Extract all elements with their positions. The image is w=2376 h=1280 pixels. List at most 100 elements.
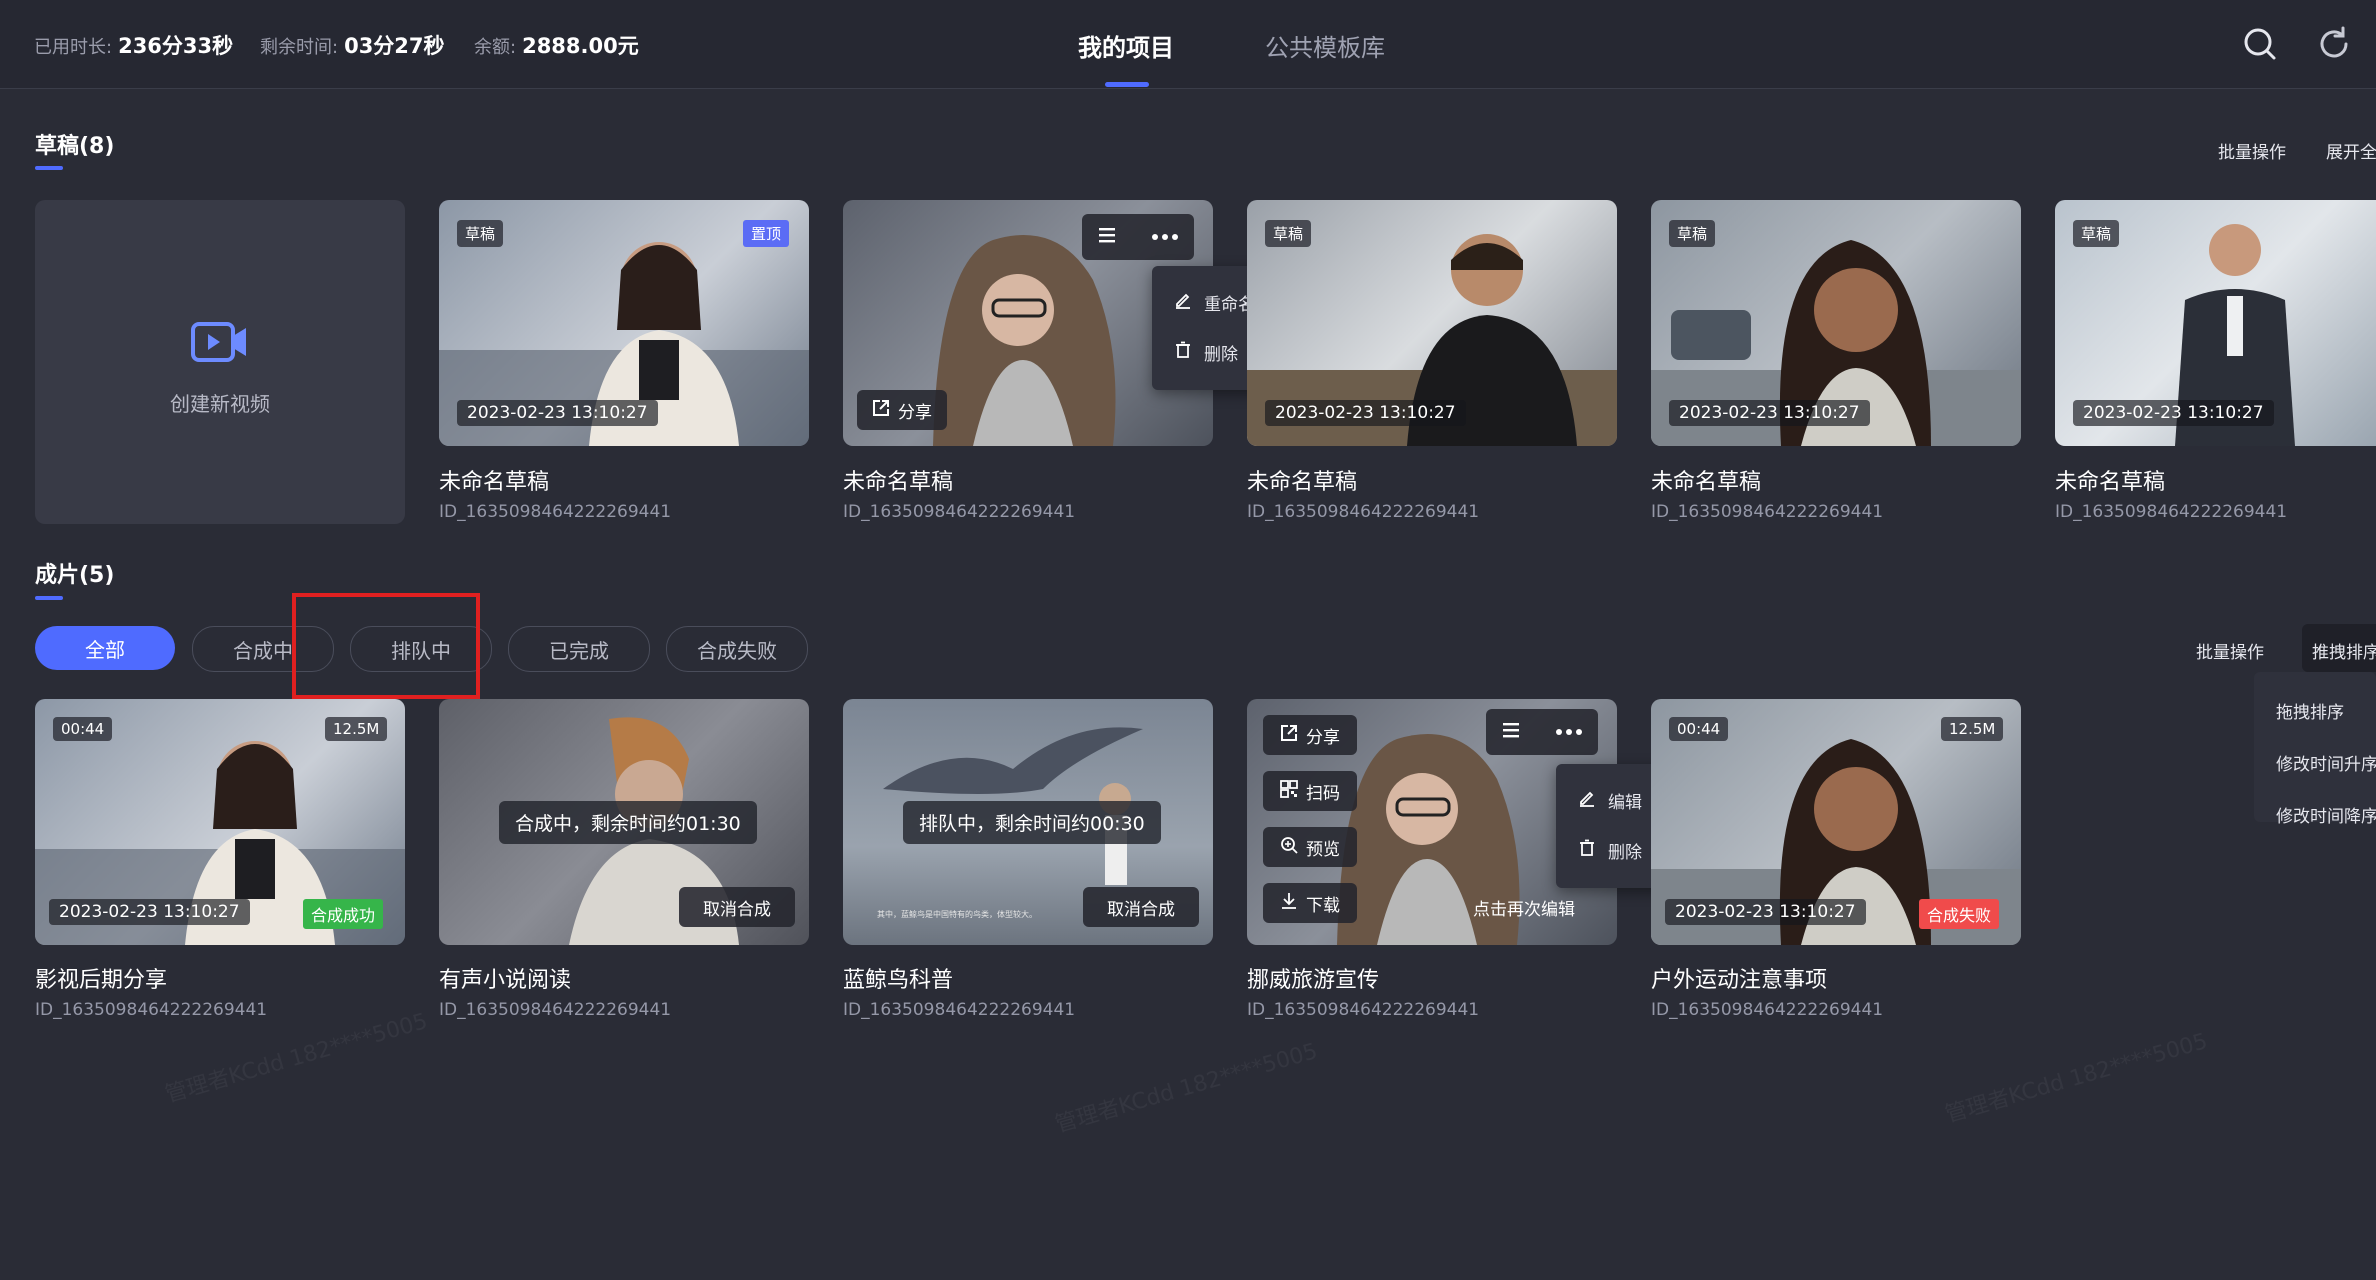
drag-sort-label: 推拽排序 <box>2312 643 2376 663</box>
finished-card-actions <box>1486 709 1598 755</box>
finished-card-5[interactable]: 00:44 12.5M 2023-02-23 13:10:27 合成失败 <box>1651 699 2021 945</box>
list-icon[interactable] <box>1097 225 1117 250</box>
finished-underline <box>35 596 63 600</box>
draft-title-4: 未命名草稿 <box>1651 470 1762 495</box>
more-icon[interactable] <box>1151 227 1179 247</box>
draft-date: 2023-02-23 13:10:27 <box>1265 400 1466 426</box>
delete-label: 删除 <box>1608 843 1642 863</box>
draft-title-1: 未命名草稿 <box>439 470 550 495</box>
draft-tag: 草稿 <box>1669 220 1716 247</box>
create-video-label: 创建新视频 <box>170 392 270 416</box>
size-badge: 12.5M <box>1941 717 2004 741</box>
drag-sort-button[interactable]: 推拽排序 <box>2302 624 2376 672</box>
edit-again-link[interactable]: 点击再次编辑 <box>1473 895 1575 920</box>
drafts-title: 草稿(8) <box>35 134 115 159</box>
draft-card-1[interactable]: 草稿 置顶 2023-02-23 13:10:27 <box>439 200 809 446</box>
filter-all[interactable]: 全部 <box>35 626 175 670</box>
pin-badge: 置顶 <box>743 220 790 247</box>
finished-card-1[interactable]: 00:44 12.5M 2023-02-23 13:10:27 合成成功 <box>35 699 405 945</box>
finished-id-1: ID_1635098464222269441 <box>35 1000 268 1020</box>
search-icon[interactable] <box>2240 24 2280 64</box>
draft-id-1: ID_1635098464222269441 <box>439 502 672 522</box>
scan-button[interactable]: 扫码 <box>1263 771 1357 811</box>
finished-card-3[interactable]: 排队中，剩余时间约00:30 其中，蓝鲸鸟是中国特有的鸟类，体型较大。 取消合成 <box>843 699 1213 945</box>
draft-card-3[interactable]: 草稿 2023-02-23 13:10:27 <box>1247 200 1617 446</box>
share-icon <box>1280 724 1298 747</box>
cancel-queue-button[interactable]: 取消合成 <box>1083 887 1199 927</box>
finished-id-2: ID_1635098464222269441 <box>439 1000 672 1020</box>
menu-item-delete-finished[interactable]: 删除 <box>1578 838 1642 863</box>
sort-dropdown: 拖拽排序 修改时间升序 修改时间降序 <box>2254 672 2376 827</box>
balance-label: 余额: <box>474 37 517 58</box>
draft-date: 2023-02-23 13:10:27 <box>457 400 658 426</box>
menu-item-delete[interactable]: 删除 <box>1174 340 1238 365</box>
draft-tag: 草稿 <box>2073 220 2120 247</box>
draft-title-3: 未命名草稿 <box>1247 470 1358 495</box>
finished-date: 2023-02-23 13:10:27 <box>1665 899 1866 925</box>
draft-date: 2023-02-23 13:10:27 <box>1669 400 1870 426</box>
finished-title: 成片(5) <box>35 563 115 588</box>
highlight-box <box>292 593 480 699</box>
used-label: 已用时长: <box>34 37 113 58</box>
edit-icon <box>1578 789 1596 812</box>
filter-completed[interactable]: 已完成 <box>508 626 650 672</box>
share-button[interactable]: 分享 <box>1263 715 1357 755</box>
trash-icon <box>1174 341 1192 364</box>
tab-my-projects[interactable]: 我的项目 <box>1078 28 1174 63</box>
sort-time-desc[interactable]: 修改时间降序 <box>2276 802 2376 827</box>
finished-title-5: 户外运动注意事项 <box>1651 968 1828 993</box>
share-label: 分享 <box>1306 727 1340 748</box>
finished-date: 2023-02-23 13:10:27 <box>49 899 250 925</box>
used-duration: 已用时长: 236分33秒 <box>34 30 233 60</box>
menu-item-rename[interactable]: 重命名 <box>1174 290 1255 315</box>
list-icon[interactable] <box>1501 720 1521 745</box>
scan-label: 扫码 <box>1306 783 1340 804</box>
qr-code-icon <box>1280 779 1298 803</box>
download-button[interactable]: 下载 <box>1263 883 1357 923</box>
finished-id-4: ID_1635098464222269441 <box>1247 1000 1480 1020</box>
tab-public-templates[interactable]: 公共模板库 <box>1265 28 1385 63</box>
finished-title-2: 有声小说阅读 <box>439 968 572 993</box>
sort-time-asc[interactable]: 修改时间升序 <box>2276 750 2376 775</box>
share-icon <box>872 399 890 422</box>
download-label: 下载 <box>1306 895 1340 916</box>
watermark: 管理者KCdd 182****5005 <box>1942 1028 2211 1128</box>
draft-id-3: ID_1635098464222269441 <box>1247 502 1480 522</box>
trash-icon <box>1578 839 1596 862</box>
draft-share-label: 分享 <box>898 402 932 423</box>
remaining-time: 剩余时间: 03分27秒 <box>260 30 445 60</box>
preview-button[interactable]: 预览 <box>1263 827 1357 867</box>
drafts-batch-button[interactable]: 批量操作 <box>2218 138 2286 163</box>
finished-card-2[interactable]: 合成中，剩余时间约01:30 取消合成 <box>439 699 809 945</box>
refresh-icon[interactable] <box>2314 24 2354 64</box>
draft-tag: 草稿 <box>457 220 504 247</box>
draft-tag: 草稿 <box>1265 220 1312 247</box>
draft-card-4[interactable]: 草稿 2023-02-23 13:10:27 <box>1651 200 2021 446</box>
finished-title-4: 挪威旅游宣传 <box>1247 968 1380 993</box>
draft-card-5[interactable]: 草稿 2023-02-23 13:10:27 <box>2055 200 2376 446</box>
cancel-synthesis-button[interactable]: 取消合成 <box>679 887 795 927</box>
remain-label: 剩余时间: <box>260 37 339 58</box>
create-video-card[interactable]: 创建新视频 <box>35 200 405 524</box>
more-icon[interactable] <box>1555 722 1583 742</box>
filter-failed[interactable]: 合成失败 <box>666 626 808 672</box>
active-tab-indicator <box>1105 82 1149 87</box>
duration-badge: 00:44 <box>53 717 113 741</box>
edit-icon <box>1174 291 1192 314</box>
queued-overlay: 排队中，剩余时间约00:30 <box>903 801 1161 844</box>
duration-badge: 00:44 <box>1669 717 1729 741</box>
finished-batch-button[interactable]: 批量操作 <box>2196 638 2264 663</box>
draft-share-button[interactable]: 分享 <box>857 390 947 430</box>
used-value: 236分33秒 <box>118 34 234 58</box>
delete-label: 删除 <box>1204 345 1238 365</box>
zoom-icon <box>1280 836 1298 859</box>
remain-value: 03分27秒 <box>344 34 445 58</box>
video-camera-icon <box>190 318 250 370</box>
sort-drag[interactable]: 拖拽排序 <box>2276 698 2344 723</box>
menu-item-edit[interactable]: 编辑 <box>1578 788 1642 813</box>
status-fail-badge: 合成失败 <box>1919 899 2000 929</box>
drafts-expand-button[interactable]: 展开全 <box>2326 138 2376 163</box>
finished-id-3: ID_1635098464222269441 <box>843 1000 1076 1020</box>
watermark: 管理者KCdd 182****5005 <box>1052 1038 1321 1138</box>
drafts-underline <box>35 166 63 170</box>
